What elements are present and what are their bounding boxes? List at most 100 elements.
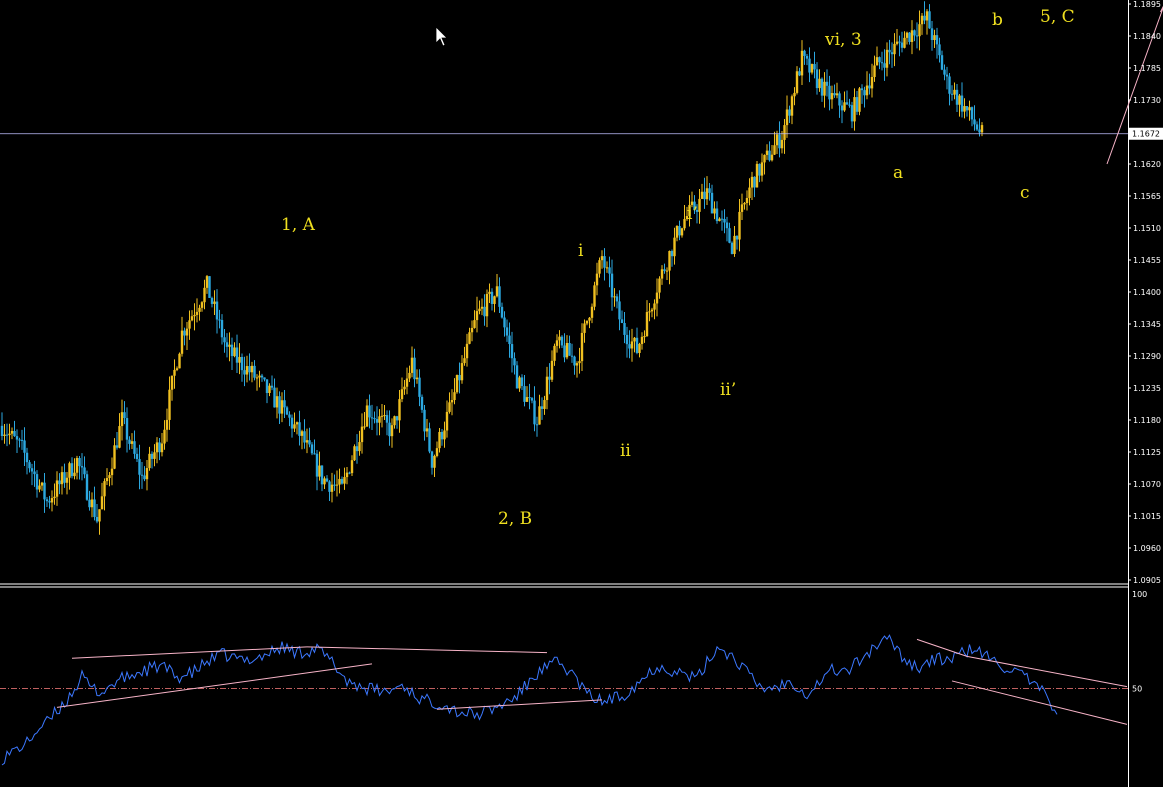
candle-body [393,416,396,426]
candle-body [483,306,486,317]
candle-body [758,163,761,176]
candle-body [698,198,701,212]
candle-body [468,332,471,344]
candle-body [403,386,406,390]
oscillator-panel [0,634,1128,766]
candle-body [723,219,726,223]
candle-body [133,441,136,454]
projection-arrow [1106,5,1163,165]
candle-body [785,109,789,126]
candle-body [358,442,361,452]
oscillator-trendline [71,646,308,659]
candle-body [123,412,126,419]
price-tick-label: 1.1235 [1133,384,1161,393]
wave-label: 1, A [281,215,316,235]
candle-body [173,369,176,376]
candle-body [793,92,796,97]
candle-body [713,208,716,214]
candle-body [805,55,809,59]
candle-body [535,424,539,426]
candle-body [408,372,411,379]
candle-body [13,431,16,437]
candle-body [760,162,764,176]
candle-body [823,81,826,96]
candle-body [818,78,821,89]
candle-body [310,444,314,454]
candle-body [775,134,779,146]
candle-body [523,386,526,402]
candle-body [768,150,771,161]
candle-body [493,296,496,304]
candle-body [303,431,306,443]
candle-body [653,303,656,310]
candle-body [155,442,159,453]
candle-body [198,307,201,312]
candle-body [650,309,654,312]
candle-body [350,460,354,474]
candle-body [278,396,281,414]
candle-body [825,81,829,86]
candle-body [875,57,879,66]
candle-body [853,97,856,122]
candle-body [965,106,969,111]
candle-body [610,273,614,298]
price-tick-label: 1.1895 [1133,0,1161,9]
candle-body [118,426,121,448]
candle-body [200,302,204,308]
candle-body [543,400,546,409]
candle-body [578,361,581,364]
candle-body [75,458,79,473]
candle-body [238,356,241,363]
candle-body [870,77,874,89]
candle-body [815,69,819,89]
candle-body [215,301,219,320]
candle-body [635,337,639,353]
candle-body [65,477,69,483]
candle-body [205,276,209,288]
candle-body [63,472,66,483]
candle-body [830,93,834,100]
candle-body [863,90,866,96]
candle-body [800,50,804,76]
candle-body [658,278,661,293]
candle-body [573,356,576,366]
candle-body [673,237,676,257]
candle-body [383,415,386,417]
candle-body [933,35,936,41]
candle-body [453,392,456,401]
candle-body [930,28,934,41]
candle-body [753,176,756,188]
candle-body [93,499,96,517]
candle-body [353,446,356,461]
candle-body [633,337,636,342]
candle-body [125,418,129,440]
candle-body [945,74,949,77]
candle-body [918,24,921,37]
candle-body [195,311,199,315]
candle-body [703,191,706,200]
candle-body [480,306,484,309]
candle-body [318,465,321,477]
candle-body [510,344,514,359]
candle-body [233,347,236,357]
candle-body [218,319,221,321]
candle-body [178,353,181,369]
candle-body [15,436,19,440]
candle-body [55,480,59,497]
candle-body [958,95,961,105]
candle-body [520,377,524,387]
candle-body [735,235,739,240]
candle-body [625,334,629,345]
candle-body [83,467,86,475]
candle-body [105,478,109,482]
wave-label: a [893,163,903,183]
candle-body [283,400,286,408]
candle-body [455,375,459,393]
candle-body [595,273,599,286]
price-tick-label: 1.1070 [1133,480,1161,489]
candle-body [208,276,211,298]
candle-body [243,370,246,375]
candle-body [298,422,301,436]
candle-body [315,453,319,477]
candle-body [38,485,41,490]
